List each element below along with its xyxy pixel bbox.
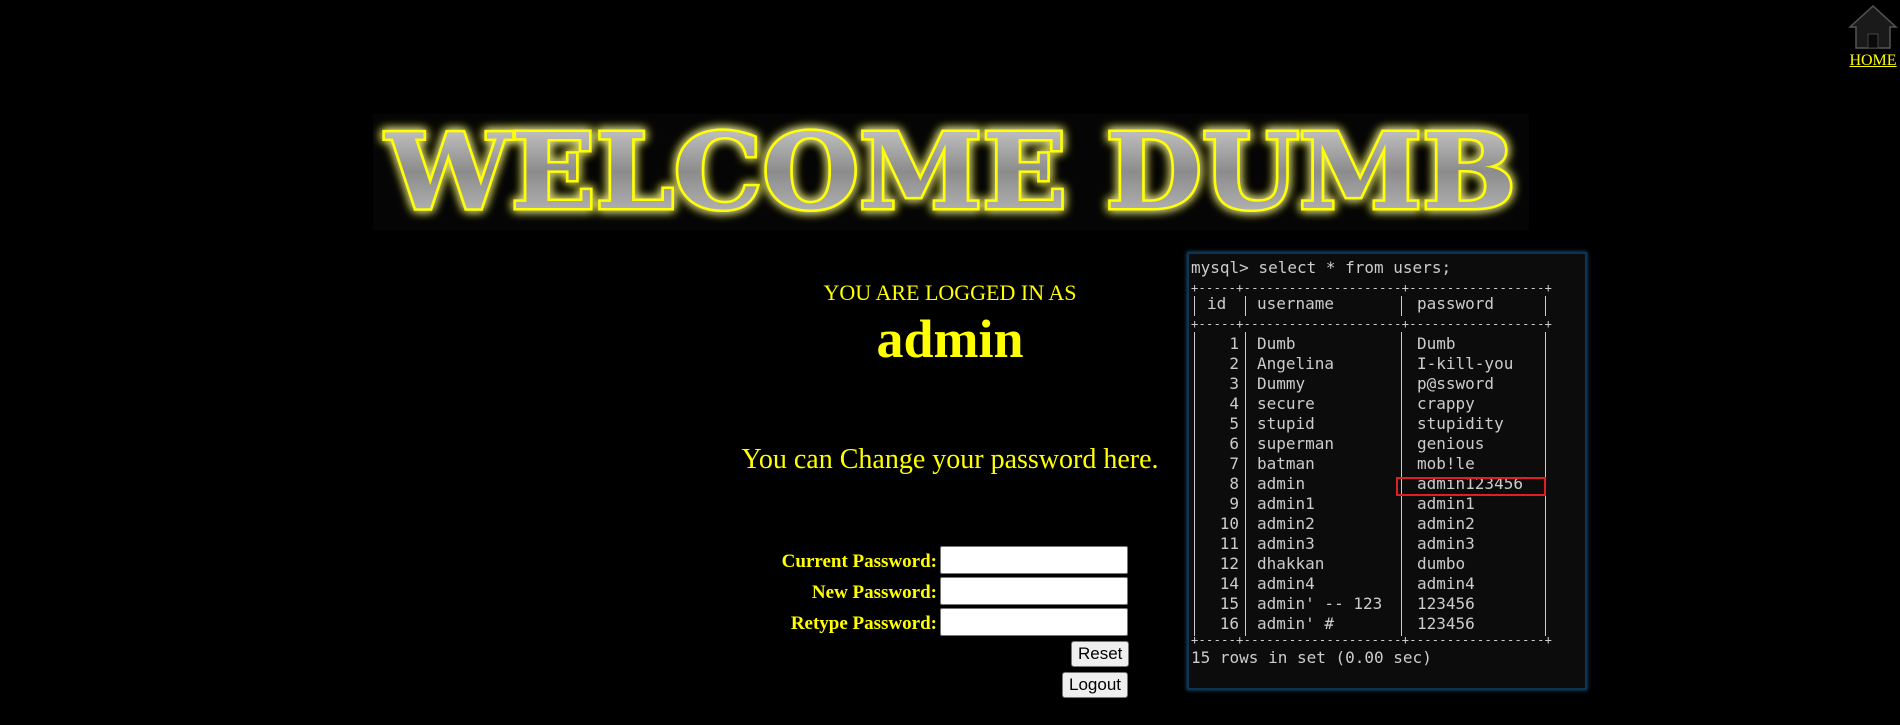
row-username: batman [1257, 454, 1315, 473]
row-username: Angelina [1257, 354, 1335, 373]
row-password: admin4 [1417, 574, 1475, 593]
terminal-footer: 15 rows in set (0.00 sec) [1191, 648, 1432, 667]
header-id: id [1207, 294, 1227, 313]
row-username: Dummy [1257, 374, 1306, 393]
row-username: secure [1257, 394, 1315, 413]
home-link[interactable]: HOME [1846, 2, 1900, 70]
row-id: 14 [1219, 574, 1239, 593]
change-password-text: You can Change your password here. [741, 444, 1159, 475]
row-password: admin2 [1417, 514, 1475, 533]
row-password: mob!le [1417, 454, 1475, 473]
row-id: 15 [1219, 594, 1239, 613]
row-username: stupid [1257, 414, 1315, 433]
new-password-input[interactable] [940, 577, 1128, 605]
row-id: 12 [1219, 554, 1239, 573]
retype-password-label: Retype Password: [790, 613, 937, 634]
password-highlight-box [1396, 477, 1546, 496]
current-password-row: Current Password: [700, 546, 1128, 576]
logout-button[interactable]: Logout [1062, 672, 1128, 698]
row-password: genious [1417, 434, 1485, 453]
row-password: 123456 [1417, 594, 1475, 613]
table-separator [1245, 296, 1246, 316]
row-username: Dumb [1257, 334, 1296, 353]
table-separator [1545, 296, 1546, 316]
table-separator [1194, 296, 1195, 316]
row-password: admin3 [1417, 534, 1475, 553]
row-id: 5 [1229, 414, 1239, 433]
current-password-label: Current Password: [781, 551, 937, 572]
home-icon [1848, 4, 1898, 49]
row-id: 1 [1229, 334, 1239, 353]
row-id: 6 [1229, 434, 1239, 453]
header-username: username [1257, 294, 1335, 313]
row-password: Dumb [1417, 334, 1456, 353]
table-bottom-border: +-----+---------------------+-----------… [1191, 633, 1553, 647]
row-id: 9 [1229, 494, 1239, 513]
row-id: 7 [1229, 454, 1239, 473]
row-username: admin3 [1257, 534, 1315, 553]
row-id: 11 [1219, 534, 1239, 553]
row-password: crappy [1417, 394, 1475, 413]
table-header-border: +-----+---------------------+-----------… [1191, 317, 1553, 331]
current-password-input[interactable] [940, 546, 1128, 574]
row-id: 10 [1219, 514, 1239, 533]
logged-in-username: admin [876, 309, 1024, 369]
row-username: superman [1257, 434, 1335, 453]
reset-button[interactable]: Reset [1071, 641, 1130, 667]
welcome-banner: WELCOME DUMB [373, 114, 1529, 230]
new-password-row: New Password: [700, 577, 1128, 607]
row-username: admin [1257, 474, 1306, 493]
row-username: dhakkan [1257, 554, 1325, 573]
retype-password-row: Retype Password: [700, 608, 1128, 638]
row-id: 3 [1229, 374, 1239, 393]
banner-text: WELCOME DUMB [385, 114, 1516, 230]
row-username: admin4 [1257, 574, 1315, 593]
table-separator [1245, 332, 1246, 636]
logged-in-label: YOU ARE LOGGED IN AS [823, 280, 1077, 305]
row-id: 2 [1229, 354, 1239, 373]
table-top-border: +-----+---------------------+-----------… [1191, 281, 1553, 295]
new-password-label: New Password: [811, 582, 937, 603]
row-password: admin1 [1417, 494, 1475, 513]
row-id: 4 [1229, 394, 1239, 413]
row-username: admin1 [1257, 494, 1315, 513]
row-password: dumbo [1417, 554, 1466, 573]
row-password: I-kill-you [1417, 354, 1514, 373]
row-password: p@ssword [1417, 374, 1495, 393]
retype-password-input[interactable] [940, 608, 1128, 636]
row-username: admin2 [1257, 514, 1315, 533]
terminal-command: mysql> select * from users; [1191, 258, 1452, 277]
row-username: admin' -- 123 [1257, 594, 1383, 613]
row-id: 8 [1229, 474, 1239, 493]
home-label: HOME [1849, 52, 1897, 69]
mysql-terminal: mysql> select * from users; +-----+-----… [1187, 252, 1587, 690]
header-password: password [1417, 294, 1495, 313]
table-separator [1194, 332, 1195, 636]
table-separator [1401, 296, 1402, 316]
row-password: stupidity [1417, 414, 1504, 433]
